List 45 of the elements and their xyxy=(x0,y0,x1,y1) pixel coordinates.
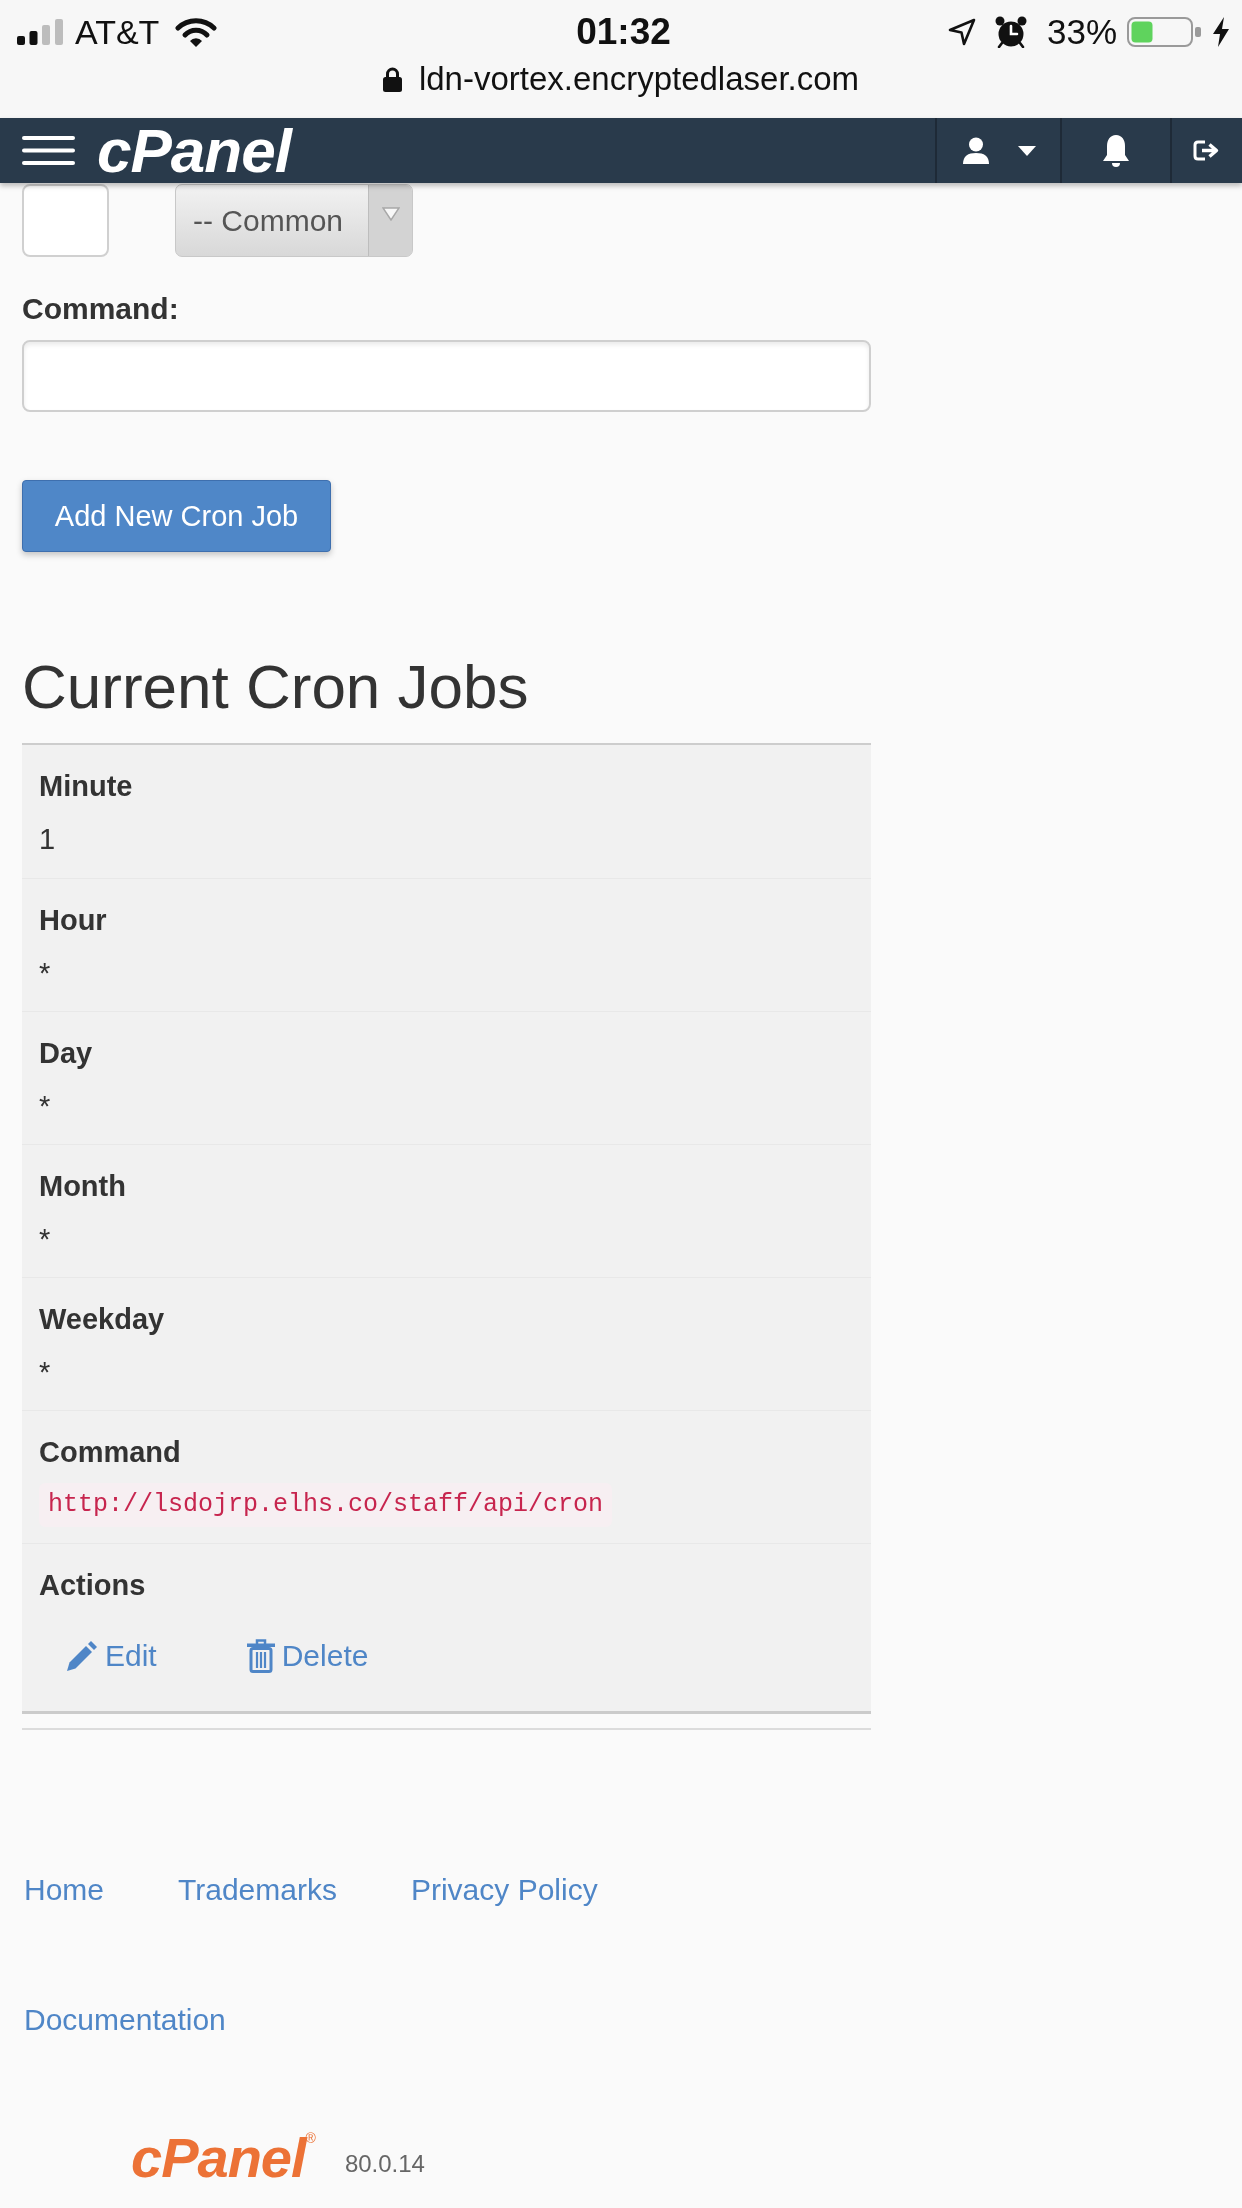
trash-icon xyxy=(246,1639,275,1673)
edit-link[interactable]: Edit xyxy=(66,1636,157,1676)
field-label: Weekday xyxy=(39,1302,166,1337)
field-label: Actions xyxy=(39,1568,147,1603)
field-label: Minute xyxy=(39,769,134,804)
add-cron-job-button[interactable]: Add New Cron Job xyxy=(22,480,331,552)
wifi-icon xyxy=(175,17,218,47)
field-value: * xyxy=(39,1089,52,1124)
user-icon xyxy=(961,137,990,164)
command-label: Command: xyxy=(22,291,180,327)
field-label: Day xyxy=(39,1036,94,1071)
battery-percentage: 33% xyxy=(1046,12,1117,52)
signal-icon xyxy=(17,19,63,45)
field-value: 1 xyxy=(39,822,57,857)
alarm-clock-icon xyxy=(994,16,1027,48)
field-label: Command xyxy=(39,1435,182,1470)
menu-icon[interactable] xyxy=(22,136,75,165)
delete-link[interactable]: Delete xyxy=(246,1636,369,1676)
logo[interactable]: cPanel xyxy=(97,119,291,182)
field-value: * xyxy=(39,956,52,991)
caret-icon xyxy=(1017,145,1036,156)
url-text[interactable]: ldn-vortex.encryptedlaser.com xyxy=(418,59,860,99)
footer-link[interactable]: Home xyxy=(24,1870,105,1910)
clock-time: 01:32 xyxy=(576,12,671,52)
bell-icon xyxy=(1101,133,1131,168)
location-arrow-icon xyxy=(947,18,976,46)
field-label: Hour xyxy=(39,903,108,938)
command-code: http://lsdojrp.elhs.co/staff/api/cron xyxy=(39,1483,613,1527)
schedule-select[interactable]: -- Common xyxy=(175,184,413,257)
footer-logo: cPanel$^{®}$ xyxy=(131,2128,315,2188)
version-text: 80.0.14 xyxy=(344,2149,425,2179)
section-heading: Current Cron Jobs xyxy=(22,651,530,723)
carrier-name: AT&T xyxy=(75,12,160,52)
field-value: * xyxy=(39,1355,52,1390)
field-value: * xyxy=(39,1222,52,1257)
pencil-icon xyxy=(66,1640,98,1672)
caret-icon xyxy=(381,207,400,221)
battery-icon xyxy=(1127,17,1201,47)
footer-link[interactable]: Trademarks xyxy=(178,1870,337,1910)
footer-link[interactable]: Privacy Policy xyxy=(410,1870,598,1910)
footer-link[interactable]: Documentation xyxy=(24,2000,226,2040)
schedule-input-field[interactable] xyxy=(22,184,109,257)
command-input-field[interactable] xyxy=(22,340,871,412)
logout-icon xyxy=(1193,140,1221,161)
field-label: Month xyxy=(39,1169,127,1204)
